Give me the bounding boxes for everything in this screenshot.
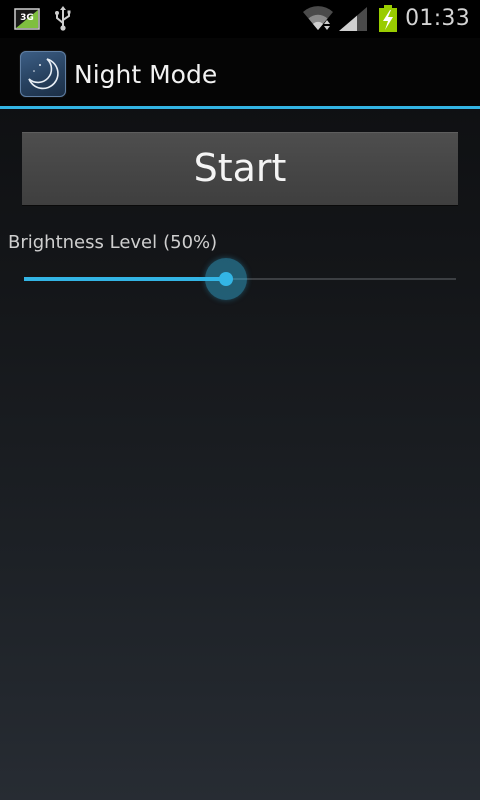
slider-thumb-core: [219, 272, 233, 286]
start-button[interactable]: Start: [22, 132, 458, 205]
brightness-label-row: Brightness Level (50%): [8, 230, 217, 256]
network-badge-text: 3G: [20, 13, 34, 23]
action-bar: Night Mode: [0, 38, 480, 106]
screen: 3G 01:33 Night Mode Start Brightness Lev…: [0, 0, 480, 800]
network-3g-icon: 3G: [14, 8, 40, 30]
brightness-slider[interactable]: [24, 258, 456, 302]
brightness-value: (50%): [163, 232, 218, 253]
wifi-icon: [303, 6, 333, 31]
cell-signal-icon: [339, 7, 367, 31]
status-clock: 01:33: [405, 6, 470, 31]
moon-icon[interactable]: [20, 51, 66, 97]
usb-icon: [55, 6, 71, 31]
app-title: Night Mode: [74, 60, 218, 89]
slider-fill: [24, 277, 226, 281]
status-bar: 3G 01:33: [0, 0, 480, 38]
slider-thumb[interactable]: [205, 258, 247, 300]
action-bar-divider: [0, 106, 480, 109]
brightness-label: Brightness Level: [8, 232, 158, 253]
battery-charging-icon: [379, 5, 397, 32]
